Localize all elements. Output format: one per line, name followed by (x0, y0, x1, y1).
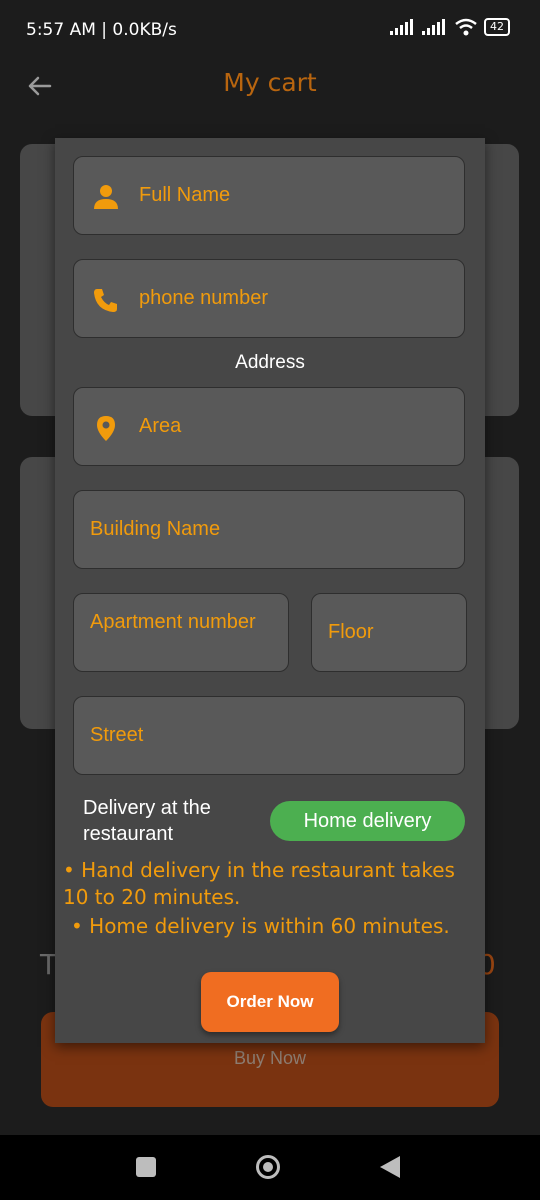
battery-icon: 42 (484, 18, 510, 36)
app-bar: My cart (0, 60, 540, 110)
delivery-restaurant-option[interactable]: Delivery at the restaurant (83, 795, 253, 847)
recents-icon[interactable] (136, 1157, 156, 1177)
signal-icon (390, 19, 413, 35)
floor-placeholder: Floor (328, 621, 374, 643)
phone-field[interactable]: phone number (73, 259, 465, 338)
wifi-icon (455, 18, 477, 36)
order-now-button[interactable]: Order Now (201, 972, 339, 1032)
area-placeholder: Area (139, 415, 182, 437)
street-field[interactable]: Street (73, 696, 465, 775)
delivery-note-home: • Home delivery is within 60 minutes. (71, 914, 450, 938)
building-name-placeholder: Building Name (90, 518, 221, 540)
full-name-placeholder: Full Name (139, 184, 231, 206)
street-placeholder: Street (90, 724, 144, 746)
delivery-note-restaurant: • Hand delivery in the restaurant takes … (63, 858, 455, 909)
address-heading: Address (235, 352, 305, 373)
location-pin-icon (97, 416, 115, 441)
delivery-form-dialog: Full Name phone number Address Area Buil… (55, 138, 485, 1043)
floor-field[interactable]: Floor (311, 593, 467, 672)
apartment-number-placeholder: Apartment number (90, 611, 256, 633)
status-icons: 42 (390, 18, 510, 36)
nav-back-icon[interactable] (380, 1156, 400, 1178)
page-title: My cart (223, 68, 317, 97)
building-name-field[interactable]: Building Name (73, 490, 465, 569)
area-field[interactable]: Area (73, 387, 465, 466)
person-icon (94, 185, 118, 209)
signal-icon (422, 19, 445, 35)
home-delivery-toggle[interactable]: Home delivery (270, 801, 465, 841)
buy-now-label: Buy Now (233, 1048, 307, 1068)
status-bar: 5:57 AM | 0.0KB/s 42 (0, 0, 540, 60)
home-icon[interactable] (256, 1155, 280, 1179)
status-time: 5:57 AM | 0.0KB/s (26, 20, 177, 40)
phone-placeholder: phone number (139, 287, 268, 309)
full-name-field[interactable]: Full Name (73, 156, 465, 235)
system-nav-bar (0, 1135, 540, 1200)
apartment-number-field[interactable]: Apartment number (73, 593, 289, 672)
phone-icon (94, 289, 117, 312)
